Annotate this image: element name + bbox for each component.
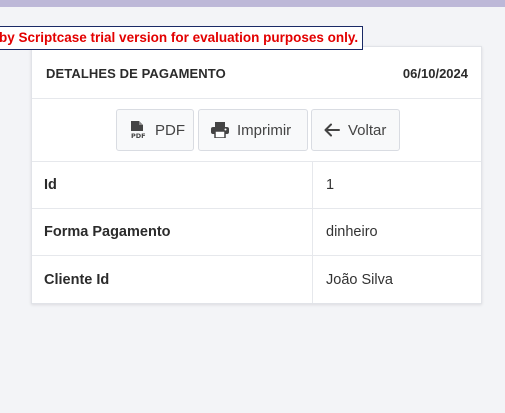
- pdf-button[interactable]: PDF PDF: [116, 109, 194, 151]
- print-button[interactable]: Imprimir: [198, 109, 308, 151]
- header-date: 06/10/2024: [402, 66, 468, 81]
- details-table: Id 1 Forma Pagamento dinheiro Cliente Id…: [32, 161, 481, 303]
- card-header: DETALHES DE PAGAMENTO 06/10/2024: [32, 47, 481, 99]
- field-label: Cliente Id: [32, 256, 313, 303]
- field-value: 1: [326, 177, 335, 193]
- field-value: João Silva: [326, 271, 393, 288]
- table-row: Cliente Id João Silva: [32, 256, 481, 303]
- table-row: Id 1: [32, 162, 481, 209]
- page-title: DETALHES DE PAGAMENTO: [46, 66, 226, 81]
- arrow-left-icon: [324, 123, 340, 137]
- printer-icon: [211, 122, 229, 138]
- toolbar: PDF PDF Imprimir Voltar: [32, 99, 481, 161]
- pdf-button-label: PDF: [155, 121, 185, 139]
- back-button[interactable]: Voltar: [311, 109, 400, 151]
- back-button-label: Voltar: [348, 121, 387, 139]
- svg-text:PDF: PDF: [131, 132, 146, 140]
- table-row: Forma Pagamento dinheiro: [32, 209, 481, 256]
- field-label: Forma Pagamento: [32, 209, 313, 255]
- field-label: Id: [32, 162, 313, 208]
- payment-details-card: DETALHES DE PAGAMENTO 06/10/2024 PDF PDF: [31, 46, 482, 304]
- field-value: dinheiro: [326, 224, 378, 240]
- top-bar: [0, 0, 505, 7]
- pdf-icon: PDF: [129, 120, 147, 140]
- trial-version-banner: by Scriptcase trial version for evaluati…: [0, 26, 364, 50]
- print-button-label: Imprimir: [237, 121, 292, 139]
